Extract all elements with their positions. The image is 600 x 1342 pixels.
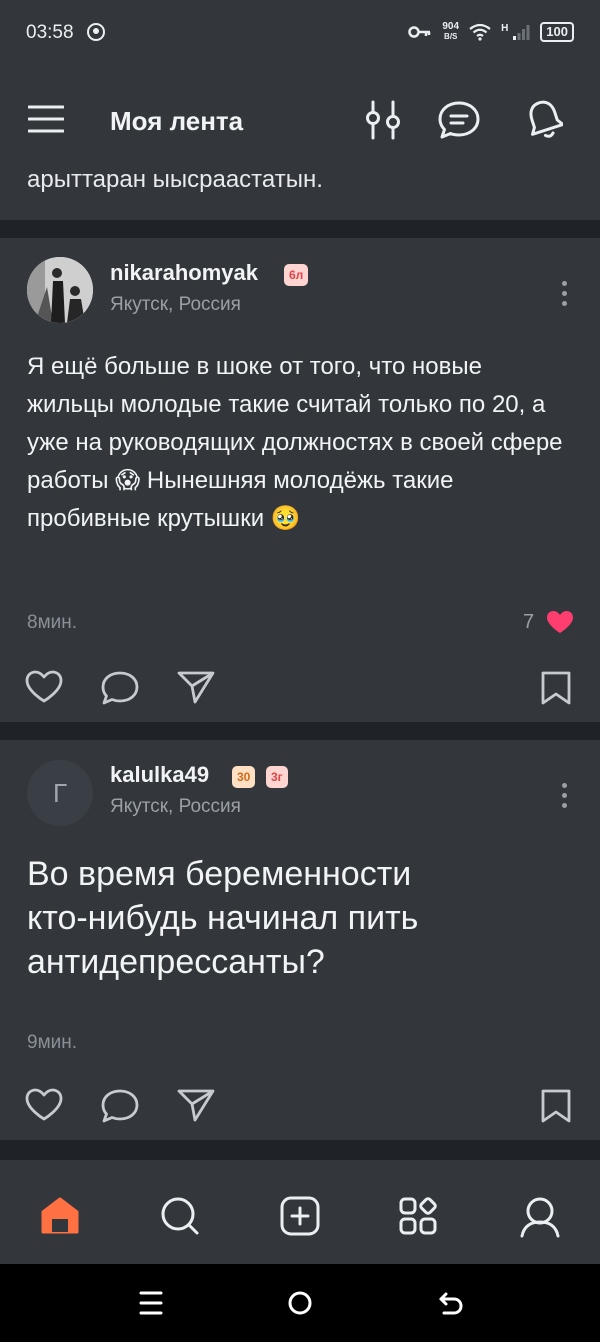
app-notification-icon [87,23,105,41]
like-icon[interactable] [25,1088,63,1122]
more-options-icon[interactable] [562,281,568,311]
battery-indicator: 100 [540,22,574,42]
post-card: nikarahomyak 6л Якутск, Россия Я ещё бол… [0,238,600,722]
post-location: Якутск, Россия [110,796,241,817]
post-actions [0,668,600,708]
post-time: 9мин. [27,1032,78,1053]
share-icon[interactable] [177,670,215,704]
comment-icon[interactable] [100,670,140,706]
services-icon[interactable] [398,1196,440,1236]
network-speed: 904 B/S [442,22,459,42]
avatar-letter: Г [52,777,68,808]
recent-apps-icon[interactable] [139,1290,163,1316]
status-time: 03:58 [26,22,74,43]
like-icon[interactable] [25,670,63,704]
add-post-icon[interactable] [280,1196,320,1236]
previous-post-fragment: арыттаран ыысраастатын. [0,160,600,220]
speed-unit: B/S [444,32,458,41]
member-badge: 3г [266,766,288,788]
post-card: Г kalulka49 30 3г Якутск, Россия Во врем… [0,740,600,1140]
post-actions [0,1086,600,1126]
back-icon[interactable] [438,1290,464,1316]
post-location: Якутск, Россия [110,294,241,315]
likes-count: 7 [523,611,535,633]
comment-icon[interactable] [100,1088,140,1124]
home-icon[interactable] [39,1196,81,1236]
top-app-bar: Моя лента [0,68,600,172]
bookmark-icon[interactable] [540,1088,572,1124]
bookmark-icon[interactable] [540,670,572,706]
chat-icon[interactable] [437,100,481,140]
bottom-navigation [0,1160,600,1264]
profile-icon[interactable] [519,1194,561,1238]
page-title: Моя лента [110,106,244,136]
status-icons: 904 B/S H 100 [408,22,574,42]
home-button-icon[interactable] [287,1290,313,1316]
filter-icon[interactable] [364,100,402,140]
post-username[interactable]: kalulka49 [110,762,209,788]
wifi-icon [469,23,491,41]
more-options-icon[interactable] [562,783,568,813]
heart-filled-icon [547,611,573,633]
menu-icon[interactable] [28,104,64,134]
avatar[interactable]: Г [27,760,93,826]
post-text: Во время беременности кто-нибудь начинал… [27,855,419,981]
post-username[interactable]: nikarahomyak [110,260,258,286]
previous-post-text: арыттаран ыысраастатын. [27,166,323,193]
age-badge: 30 [232,766,256,788]
search-icon[interactable] [159,1196,201,1236]
share-icon[interactable] [177,1088,215,1122]
avatar-photo [27,257,93,323]
age-badge: 6л [284,264,309,286]
network-type: H [501,22,509,34]
avatar[interactable] [27,257,93,323]
system-navigation-bar [0,1264,600,1342]
status-bar: 03:58 904 B/S H 100 [0,0,600,68]
speed-value: 904 [442,21,460,32]
signal-icon [513,25,530,40]
post-time: 8мин. [27,612,78,633]
key-icon [408,26,431,38]
post-text: Я ещё больше в шоке от того, что новые ж… [27,353,563,532]
bell-icon[interactable] [525,98,563,140]
